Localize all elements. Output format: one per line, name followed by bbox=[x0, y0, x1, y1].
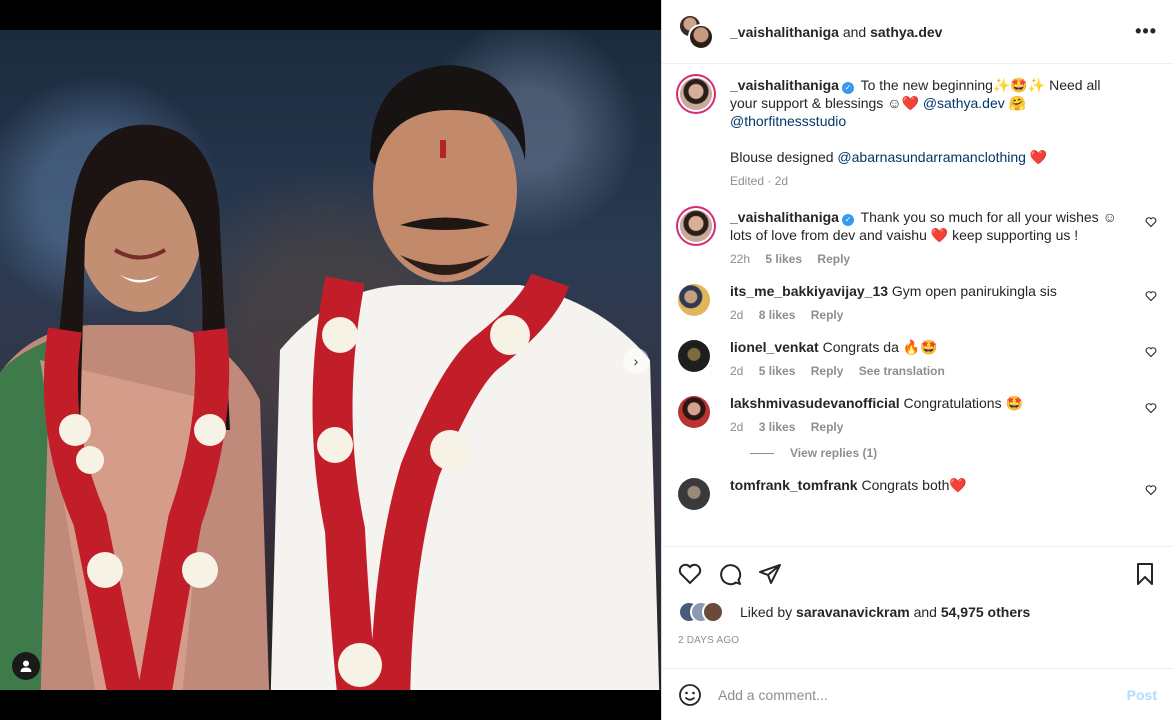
comment-time[interactable]: 2d bbox=[730, 308, 743, 322]
add-comment-bar: Post bbox=[662, 668, 1173, 720]
comment-likes[interactable]: 8 likes bbox=[759, 308, 796, 322]
author-username[interactable]: _vaishalithaniga bbox=[730, 24, 839, 40]
reply-button[interactable]: Reply bbox=[817, 252, 850, 266]
verified-badge-icon: ✓ bbox=[841, 82, 854, 94]
tagged-users-button[interactable] bbox=[12, 652, 40, 680]
comment-input[interactable] bbox=[718, 686, 1127, 703]
comment-item: its_me_bakkiyavijay_13 Gym open paniruki… bbox=[678, 282, 1157, 324]
emoji-smiley-icon[interactable] bbox=[678, 683, 702, 707]
avatar[interactable] bbox=[680, 78, 712, 110]
mention-link[interactable]: @sathya.dev bbox=[923, 95, 1005, 111]
chevron-right-icon: › bbox=[633, 353, 639, 369]
avatar[interactable] bbox=[678, 478, 710, 510]
avatar[interactable] bbox=[678, 340, 710, 372]
caption-emoji: 🤗 bbox=[1008, 95, 1027, 111]
post-header: _vaishalithaniga and sathya.dev ••• bbox=[662, 0, 1173, 64]
comment-likes[interactable]: 5 likes bbox=[759, 364, 796, 378]
avatar[interactable] bbox=[678, 284, 710, 316]
reply-button[interactable]: Reply bbox=[811, 308, 844, 322]
comment-time[interactable]: 2d bbox=[730, 364, 743, 378]
user-icon bbox=[20, 660, 32, 672]
liked-by-row: Liked by saravanavickram and 54,975 othe… bbox=[678, 601, 1157, 623]
post-caption: _vaishalithaniga ✓ To the new beginning✨🤩… bbox=[678, 76, 1157, 190]
caption-text: Blouse designed bbox=[730, 149, 834, 165]
like-heart-icon[interactable] bbox=[678, 562, 702, 586]
post-timestamp[interactable]: 2 DAYS AGO bbox=[678, 635, 1157, 646]
more-options-button[interactable]: ••• bbox=[1135, 21, 1157, 42]
like-comment-heart-icon[interactable] bbox=[1145, 290, 1157, 302]
avatar bbox=[688, 23, 714, 50]
caption-username[interactable]: _vaishalithaniga bbox=[730, 77, 839, 93]
photo-person-right bbox=[270, 65, 660, 690]
avatar[interactable] bbox=[680, 210, 712, 242]
bookmark-icon[interactable] bbox=[1133, 562, 1157, 586]
like-comment-heart-icon[interactable] bbox=[1145, 346, 1157, 358]
mention-link[interactable]: @thorfitnessstudio bbox=[730, 113, 846, 129]
avatar bbox=[702, 601, 724, 623]
comment-username[interactable]: _vaishalithaniga bbox=[730, 209, 839, 225]
post-authors: _vaishalithaniga and sathya.dev bbox=[730, 24, 942, 40]
comments-list[interactable]: _vaishalithaniga ✓ To the new beginning✨🤩… bbox=[662, 64, 1173, 546]
liked-by-prefix: Liked by bbox=[740, 604, 793, 620]
next-photo-button[interactable]: › bbox=[623, 348, 649, 374]
comment-username[interactable]: lionel_venkat bbox=[730, 339, 819, 355]
author-username[interactable]: sathya.dev bbox=[870, 24, 942, 40]
view-replies-label: View replies (1) bbox=[790, 446, 878, 460]
comment-item: _vaishalithaniga ✓ Thank you so much for … bbox=[678, 208, 1157, 268]
like-comment-heart-icon[interactable] bbox=[1145, 484, 1157, 496]
comment-bubble-icon[interactable] bbox=[718, 562, 742, 586]
more-horizontal-icon: ••• bbox=[1135, 21, 1157, 41]
post-comment-button[interactable]: Post bbox=[1127, 687, 1157, 703]
comment-time[interactable]: 22h bbox=[730, 252, 750, 266]
comment-username[interactable]: its_me_bakkiyavijay_13 bbox=[730, 283, 888, 299]
post-photo[interactable]: › bbox=[0, 30, 661, 690]
likes-count[interactable]: 54,975 others bbox=[941, 604, 1031, 620]
comment-time[interactable]: 2d bbox=[730, 420, 743, 434]
comment-item: lakshmivasudevanofficial Congratulations… bbox=[678, 394, 1157, 436]
like-comment-heart-icon[interactable] bbox=[1145, 216, 1157, 228]
edited-timestamp: Edited · 2d bbox=[730, 174, 789, 188]
avatar[interactable] bbox=[678, 396, 710, 428]
liked-by-and: and bbox=[913, 604, 937, 620]
comment-username[interactable]: lakshmivasudevanofficial bbox=[730, 395, 900, 411]
comment-text: Congrats both❤️ bbox=[861, 477, 967, 493]
reply-button[interactable]: Reply bbox=[811, 420, 844, 434]
like-comment-heart-icon[interactable] bbox=[1145, 402, 1157, 414]
liked-by-user[interactable]: saravanavickram bbox=[796, 604, 910, 620]
liker-avatars[interactable] bbox=[678, 601, 734, 623]
comment-username[interactable]: tomfrank_tomfrank bbox=[730, 477, 858, 493]
divider bbox=[750, 452, 774, 454]
caption-emoji: ❤️ bbox=[1029, 149, 1048, 165]
comment-text: Congratulations 🤩 bbox=[903, 395, 1023, 411]
reply-button[interactable]: Reply bbox=[811, 364, 844, 378]
comment-item: lionel_venkat Congrats da 🔥🤩 2d 5 likes … bbox=[678, 338, 1157, 380]
see-translation-button[interactable]: See translation bbox=[859, 364, 945, 378]
share-paper-plane-icon[interactable] bbox=[758, 562, 782, 586]
comment-text: Congrats da 🔥🤩 bbox=[822, 339, 938, 355]
view-replies-button[interactable]: View replies (1) bbox=[750, 446, 1157, 460]
comment-text: Gym open panirukingla sis bbox=[891, 283, 1057, 299]
photo-person-left bbox=[0, 124, 270, 690]
collab-avatars[interactable] bbox=[678, 13, 714, 50]
comment-likes[interactable]: 3 likes bbox=[759, 420, 796, 434]
post-media-area: › bbox=[0, 0, 661, 720]
and-text: and bbox=[842, 23, 867, 40]
verified-badge-icon: ✓ bbox=[841, 214, 854, 226]
post-side-panel: _vaishalithaniga and sathya.dev ••• _vai… bbox=[661, 0, 1173, 720]
comment-likes[interactable]: 5 likes bbox=[765, 252, 802, 266]
post-actions: Liked by saravanavickram and 54,975 othe… bbox=[662, 546, 1173, 646]
mention-link[interactable]: @abarnasundarramanclothing bbox=[837, 149, 1026, 165]
comment-item: tomfrank_tomfrank Congrats both❤️ bbox=[678, 476, 1157, 510]
